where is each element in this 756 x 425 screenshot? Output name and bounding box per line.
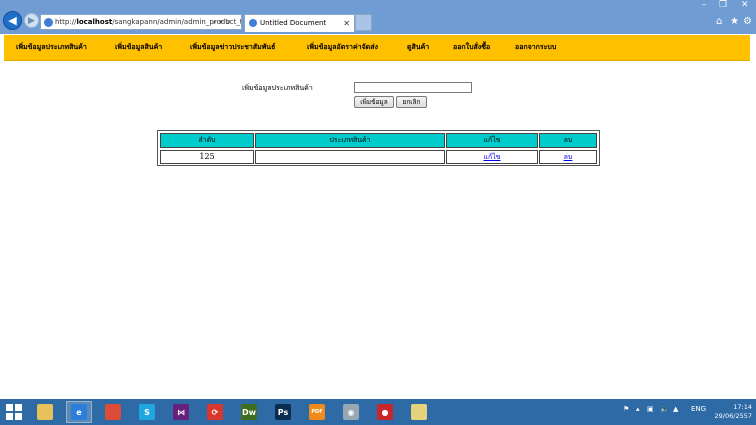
close-window-icon[interactable]: ✕ [741, 0, 749, 10]
windows-start-icon[interactable] [6, 404, 22, 420]
page-icon [249, 19, 257, 27]
header-category: ประเภทสินค้า [255, 133, 445, 148]
internet-explorer-icon: e [71, 404, 87, 420]
chrome-icon [105, 404, 121, 420]
category-table: ลำดับ ประเภทสินค้า แก้ไข ลบ 125 แก้ไข ลบ [157, 130, 600, 166]
file-explorer-icon [37, 404, 53, 420]
favorites-star-icon[interactable]: ★ [730, 16, 739, 27]
url-prefix: http:// [55, 18, 77, 26]
taskbar-app-internet-explorer[interactable]: e [66, 401, 92, 423]
menu-add-news[interactable]: เพิ่มข้อมูลข่าวประชาสัมพันธ์ [190, 35, 275, 60]
header-delete: ลบ [539, 133, 597, 148]
menu-logout[interactable]: ออกจากระบบ [515, 35, 556, 60]
clock-time: 17:14 [733, 403, 752, 411]
tray-arrow-icon[interactable]: ▴ [636, 405, 640, 413]
clock[interactable]: 17:14 29/06/2557 [714, 403, 752, 421]
row-delete-cell: ลบ [539, 150, 597, 164]
new-tab-button[interactable] [355, 14, 372, 31]
taskbar-app-chrome[interactable] [100, 401, 126, 423]
delete-link[interactable]: ลบ [564, 153, 573, 161]
menu-add-shipping-rate[interactable]: เพิ่มข้อมูลอัตราค่าจัดส่ง [307, 35, 378, 60]
taskbar-app-dreamweaver[interactable]: Dw [236, 401, 262, 423]
category-name-input[interactable] [354, 82, 472, 93]
header-edit: แก้ไข [446, 133, 538, 148]
taskbar-app-visual-studio[interactable]: ⋈ [168, 401, 194, 423]
taskbar-app-app-white[interactable]: ◉ [338, 401, 364, 423]
settings-gear-icon[interactable]: ⚙ [743, 16, 752, 27]
taskbar-app-app-folder[interactable] [406, 401, 432, 423]
menu-add-category[interactable]: เพิ่มข้อมูลประเภทสินค้า [16, 35, 87, 60]
network-icon[interactable]: ▲ [673, 405, 678, 413]
page-icon [44, 17, 53, 27]
clock-date: 29/06/2557 [714, 412, 752, 420]
volume-icon[interactable]: 🔈 [660, 405, 669, 413]
forward-arrow-icon[interactable]: ▶ [24, 13, 39, 28]
photoshop-icon: Ps [275, 404, 291, 420]
taskbar-app-pdf-app[interactable]: PDF [304, 401, 330, 423]
cancel-button[interactable]: ยกเลิก [396, 96, 427, 108]
row-category-cell [255, 150, 445, 164]
taskbar-app-app-round-red[interactable]: ● [372, 401, 398, 423]
menu-add-product[interactable]: เพิ่มข้อมูลสินค้า [115, 35, 162, 60]
app-folder-icon [411, 404, 427, 420]
taskbar: e S ⋈ ⟳ Dw Ps PDF ◉ ● ⚑ ▴ ▣ 🔈 ▲ ENG [0, 399, 756, 425]
pdf-app-icon: PDF [309, 404, 325, 420]
dreamweaver-icon: Dw [241, 404, 257, 420]
main-menu: เพิ่มข้อมูลประเภทสินค้า เพิ่มข้อมูลสินค้… [4, 35, 750, 61]
action-center-icon[interactable]: ▣ [647, 405, 654, 413]
restore-icon[interactable]: ❐ [719, 0, 727, 10]
taskbar-app-file-explorer[interactable] [32, 401, 58, 423]
row-edit-cell: แก้ไข [446, 150, 538, 164]
language-indicator[interactable]: ENG [691, 405, 706, 413]
category-form-label: เพิ่มข้อมูลประเภทสินค้า [242, 84, 313, 92]
taskbar-app-app-red[interactable]: ⟳ [202, 401, 228, 423]
back-arrow-icon[interactable]: ◀ [3, 11, 22, 30]
skype-icon: S [139, 404, 155, 420]
taskbar-app-skype[interactable]: S [134, 401, 160, 423]
close-tab-icon[interactable]: ✕ [343, 15, 350, 32]
browser-chrome: ◀ ▶ http://localhost/sangkapann/admin/ad… [0, 0, 756, 34]
address-bar[interactable]: http://localhost/sangkapann/admin/admin_… [40, 14, 242, 30]
row-order-cell: 125 [160, 150, 254, 164]
app-red-icon: ⟳ [207, 404, 223, 420]
add-button[interactable]: เพิ่มข้อมูล [354, 96, 394, 108]
minimize-icon[interactable]: – [702, 0, 707, 10]
flag-icon[interactable]: ⚑ [623, 405, 629, 413]
url-host: localhost [76, 18, 113, 26]
app-white-icon: ◉ [343, 404, 359, 420]
edit-link[interactable]: แก้ไข [483, 153, 500, 161]
home-icon[interactable]: ⌂ [716, 16, 722, 27]
taskbar-app-photoshop[interactable]: Ps [270, 401, 296, 423]
address-tools[interactable]: ⌕ ▾ ↻ [213, 14, 231, 30]
app-round-red-icon: ● [377, 404, 393, 420]
visual-studio-icon: ⋈ [173, 404, 189, 420]
tab-untitled-document[interactable]: Untitled Document ✕ [244, 14, 355, 32]
tab-title: Untitled Document [260, 19, 327, 27]
menu-purchase-order[interactable]: ออกใบสั่งซื้อ [453, 35, 490, 60]
header-order: ลำดับ [160, 133, 254, 148]
menu-view-products[interactable]: ดูสินค้า [407, 35, 429, 60]
